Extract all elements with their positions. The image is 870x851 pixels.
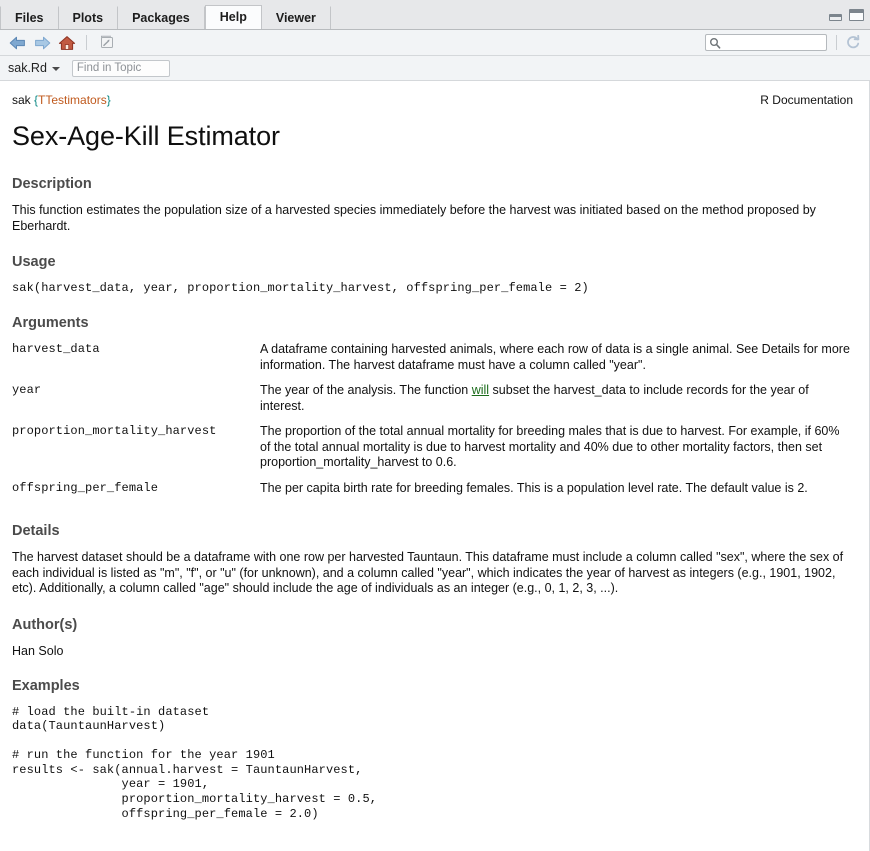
arguments-table: harvest_data A dataframe containing harv… — [12, 342, 853, 506]
details-text: The harvest dataset should be a datafram… — [12, 550, 844, 595]
r-documentation-label: R Documentation — [760, 93, 853, 107]
argument-description: The per capita birth rate for breeding f… — [260, 480, 808, 495]
section-heading-examples: Examples — [12, 677, 80, 694]
refresh-icon — [847, 34, 860, 48]
toolbar-divider — [86, 35, 87, 50]
home-icon — [58, 35, 76, 50]
forward-arrow-icon — [34, 36, 50, 49]
tab-list: Files Plots Packages Help Viewer — [0, 0, 331, 29]
tab-plots[interactable]: Plots — [58, 6, 119, 29]
argument-name: proportion_mortality_harvest — [12, 424, 217, 438]
refresh-button[interactable] — [842, 33, 864, 53]
argument-description: The proportion of the total annual morta… — [260, 424, 840, 469]
tab-packages[interactable]: Packages — [118, 6, 205, 29]
section-heading-author: Author(s) — [12, 616, 78, 633]
argument-name: year — [12, 383, 42, 397]
rd-file-label: sak.Rd — [8, 61, 47, 75]
rd-file-selector[interactable]: sak.Rd — [8, 61, 60, 75]
doc-header-line: sak {TTestimators} R Documentation — [12, 93, 853, 107]
will-link[interactable]: will — [472, 383, 489, 397]
description-text: This function estimates the population s… — [12, 203, 816, 233]
tab-files[interactable]: Files — [0, 6, 59, 29]
table-row: offspring_per_female The per capita birt… — [12, 481, 853, 507]
doc-package-name: TTestimators — [38, 93, 107, 107]
help-toolbar — [0, 30, 870, 56]
help-search-box[interactable] — [705, 34, 827, 51]
table-row: proportion_mortality_harvest The proport… — [12, 424, 853, 481]
argument-desc-pre: The year of the analysis. The function — [260, 383, 472, 397]
find-bar: sak.Rd — [0, 56, 870, 81]
find-in-topic-input[interactable] — [71, 59, 170, 77]
section-heading-arguments: Arguments — [12, 315, 89, 331]
help-panel: Files Plots Packages Help Viewer sak.Rd … — [0, 0, 870, 851]
section-heading-usage: Usage — [12, 254, 56, 270]
argument-name: harvest_data — [12, 342, 100, 356]
popout-window-icon — [100, 35, 113, 48]
pane-tab-strip: Files Plots Packages Help Viewer — [0, 0, 870, 30]
home-button[interactable] — [56, 33, 78, 53]
doc-topic-identifier: sak {TTestimators} — [12, 93, 111, 107]
help-search-input[interactable] — [721, 35, 821, 50]
usage-code: sak(harvest_data, year, proportion_morta… — [12, 281, 589, 295]
search-icon — [710, 37, 721, 49]
tab-viewer[interactable]: Viewer — [261, 6, 331, 29]
argument-description: A dataframe containing harvested animals… — [260, 342, 850, 372]
minimize-pane-icon[interactable] — [829, 14, 842, 21]
author-text: Han Solo — [12, 643, 64, 658]
section-heading-description: Description — [12, 176, 92, 192]
examples-code: # load the built-in dataset data(Tauntau… — [12, 704, 378, 821]
doc-brace-close: } — [106, 93, 111, 107]
back-button[interactable] — [6, 33, 28, 53]
back-arrow-icon — [9, 36, 25, 49]
show-in-new-window-button[interactable] — [95, 33, 117, 53]
argument-name: offspring_per_female — [12, 480, 159, 495]
toolbar-divider-2 — [836, 35, 837, 50]
doc-brace-open: { — [30, 93, 39, 107]
doc-function-name: sak — [12, 93, 31, 107]
help-document: sak {TTestimators} R Documentation Sex-A… — [0, 81, 870, 851]
navigation-buttons — [6, 33, 117, 53]
forward-button[interactable] — [31, 33, 53, 53]
chevron-down-icon — [51, 67, 60, 71]
table-row: harvest_data A dataframe containing harv… — [12, 342, 853, 383]
page-title: Sex-Age-Kill Estimator — [12, 121, 280, 151]
window-controls — [829, 9, 864, 21]
table-row: year The year of the analysis. The funct… — [12, 383, 853, 424]
argument-description: The year of the analysis. The function w… — [260, 383, 853, 424]
section-heading-details: Details — [12, 523, 60, 539]
tab-help[interactable]: Help — [204, 5, 262, 29]
maximize-pane-icon[interactable] — [849, 9, 864, 21]
tab-strip-filler — [330, 6, 870, 29]
